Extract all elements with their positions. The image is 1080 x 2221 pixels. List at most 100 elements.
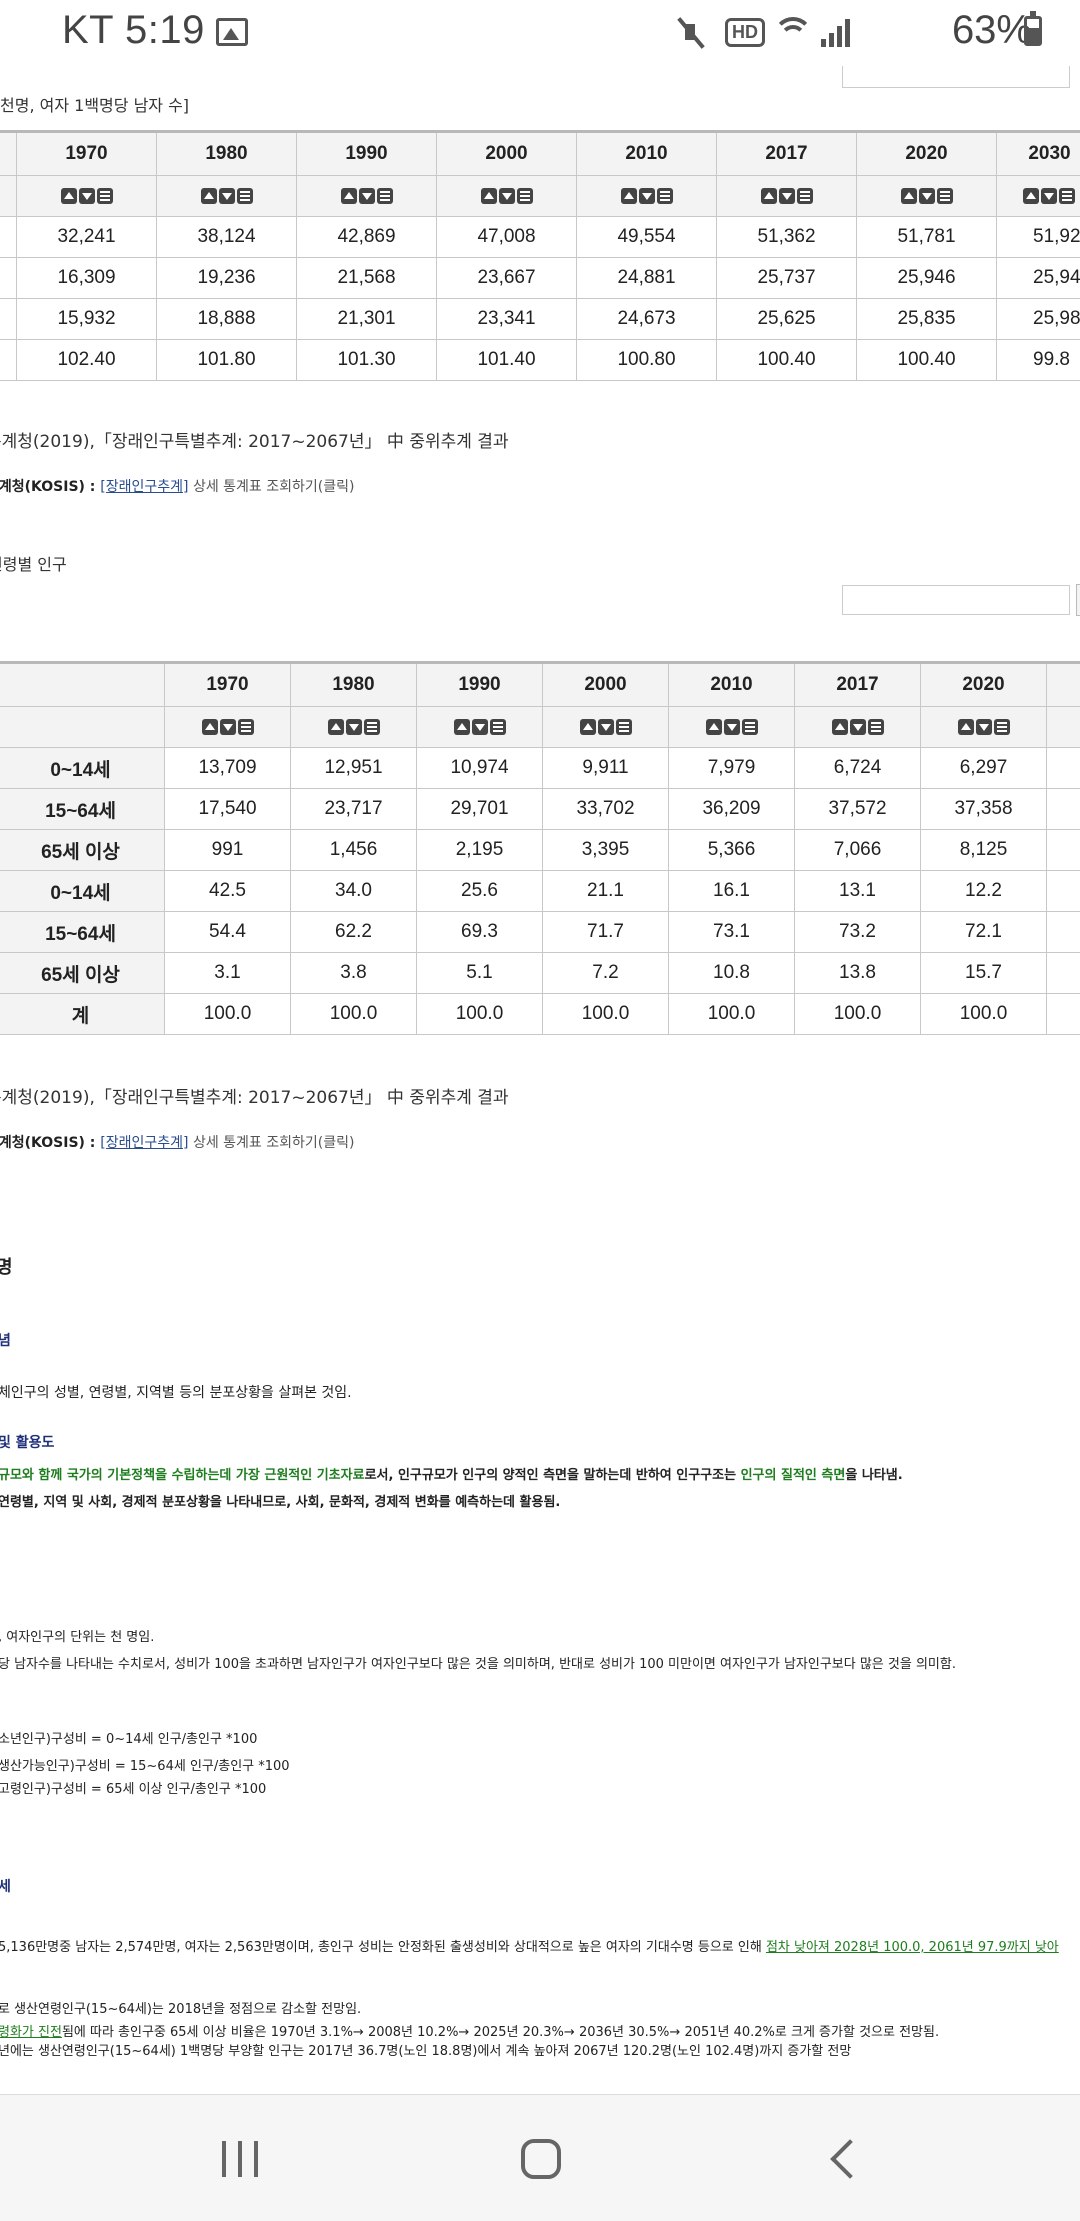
column-menu-icon[interactable] <box>364 719 380 735</box>
sort-descending-icon[interactable] <box>598 719 614 735</box>
sort-ascending-icon[interactable] <box>621 188 637 204</box>
sort-descending-icon[interactable] <box>919 188 935 204</box>
col-header: 1980 <box>291 663 417 707</box>
home-button[interactable] <box>521 2139 561 2179</box>
kosis-link-line: 통계청(KOSIS) : [장래인구추계] 상세 통계표 조회하기(클릭) <box>0 476 354 496</box>
column-menu-icon[interactable] <box>517 188 533 204</box>
sort-descending-icon[interactable] <box>499 188 515 204</box>
column-menu-icon[interactable] <box>797 188 813 204</box>
table-cell: 13.8 <box>795 953 921 994</box>
table-cell: 73.2 <box>795 912 921 953</box>
kosis-prefix: 통계청(KOSIS) : <box>0 1135 100 1151</box>
sort-descending-icon[interactable] <box>219 188 235 204</box>
table-row: 15~64세 17,540 23,717 29,701 33,702 36,20… <box>0 789 1080 830</box>
sort-descending-icon[interactable] <box>359 188 375 204</box>
source-note: 통계청(2019),「장래인구특별추계: 2017~2067년」 中 중위추계 … <box>0 427 509 452</box>
sort-ascending-icon[interactable] <box>580 719 596 735</box>
table-cell: 6,297 <box>921 748 1047 789</box>
subheading-concept: 념 <box>0 1330 11 1350</box>
sort-ascending-icon[interactable] <box>201 188 217 204</box>
back-button[interactable] <box>830 2139 870 2179</box>
table-cell: 69.3 <box>417 912 543 953</box>
sort-descending-icon[interactable] <box>1041 188 1057 204</box>
column-menu-icon[interactable] <box>237 188 253 204</box>
table-cell: 25,949 <box>997 258 1080 299</box>
sort-descending-icon[interactable] <box>779 188 795 204</box>
table2-search-button[interactable] <box>1076 584 1080 616</box>
table-cell: 37,358 <box>921 789 1047 830</box>
formula-elderly: 고령인구)구성비 = 65세 이상 인구/총인구 *100 <box>0 1778 266 1797</box>
table-cell: 101.40 <box>437 340 577 381</box>
table-cell: 5.1 <box>417 953 543 994</box>
sort-descending-icon[interactable] <box>724 719 740 735</box>
table-cell: 25,737 <box>717 258 857 299</box>
table-cell: 72.1 <box>921 912 1047 953</box>
trend-text-2: 로 생산연령인구(15~64세)는 2018년을 정점으로 감소할 전망임. <box>0 1998 361 2017</box>
sort-descending-icon[interactable] <box>79 188 95 204</box>
table2-search-input[interactable] <box>842 585 1070 615</box>
table-cell: 100.0 <box>165 994 291 1035</box>
kosis-link[interactable]: [장래인구추계] <box>100 479 188 495</box>
sort-ascending-icon[interactable] <box>958 719 974 735</box>
col-header: 2020 <box>857 132 997 176</box>
sort-ascending-icon[interactable] <box>832 719 848 735</box>
sort-ascending-icon[interactable] <box>706 719 722 735</box>
sort-ascending-icon[interactable] <box>1023 188 1039 204</box>
sort-ascending-icon[interactable] <box>481 188 497 204</box>
table-cell: 37,572 <box>795 789 921 830</box>
subheading-trend: 세 <box>0 1876 11 1896</box>
table-cell: 3,395 <box>543 830 669 871</box>
table-cell: 23,717 <box>291 789 417 830</box>
table-cell: 51,781 <box>857 217 997 258</box>
table-cell: 25,835 <box>857 299 997 340</box>
system-nav-bar <box>0 2094 1080 2221</box>
trend-text-3: 령화가 진전됨에 따라 총인구중 65세 이상 비율은 1970년 3.1%→ … <box>0 2021 939 2040</box>
column-menu-icon[interactable] <box>377 188 393 204</box>
column-menu-icon[interactable] <box>97 188 113 204</box>
sort-ascending-icon[interactable] <box>341 188 357 204</box>
table1-search-input[interactable] <box>842 66 1070 88</box>
sort-descending-icon[interactable] <box>850 719 866 735</box>
sort-descending-icon[interactable] <box>639 188 655 204</box>
column-menu-icon[interactable] <box>616 719 632 735</box>
sort-ascending-icon[interactable] <box>901 188 917 204</box>
column-menu-icon[interactable] <box>238 719 254 735</box>
formula-working: 생산가능인구)구성비 = 15~64세 인구/총인구 *100 <box>0 1755 290 1774</box>
table-cell: 100.0 <box>669 994 795 1035</box>
recent-apps-button[interactable] <box>222 2141 258 2177</box>
column-menu-icon[interactable] <box>937 188 953 204</box>
table-row: 15~64세 54.4 62.2 69.3 71.7 73.1 73.2 72.… <box>0 912 1080 953</box>
table-cell: 100.0 <box>795 994 921 1035</box>
table-cell: 25,985 <box>997 299 1080 340</box>
trend-text-1: 5,136만명중 남자는 2,574만명, 여자는 2,563만명이며, 총인구… <box>0 1936 1059 1955</box>
carrier-label: KT <box>62 8 113 52</box>
sort-ascending-icon[interactable] <box>202 719 218 735</box>
table-row: 0~14세 42.5 34.0 25.6 21.1 16.1 13.1 12.2 <box>0 871 1080 912</box>
column-menu-icon[interactable] <box>868 719 884 735</box>
table-cell: 21,301 <box>297 299 437 340</box>
aging-link[interactable]: 령화가 진전 <box>0 2025 62 2040</box>
sort-ascending-icon[interactable] <box>328 719 344 735</box>
column-menu-icon[interactable] <box>490 719 506 735</box>
table-cell: 19,236 <box>157 258 297 299</box>
kosis-link[interactable]: [장래인구추계] <box>100 1135 188 1151</box>
sort-ascending-icon[interactable] <box>761 188 777 204</box>
table-cell: 51,362 <box>717 217 857 258</box>
battery-icon <box>1024 16 1042 46</box>
note-sex-ratio: 당 남자수를 나타내는 수치로서, 성비가 100을 초과하면 남자인구가 여자… <box>0 1653 956 1672</box>
trend-link[interactable]: 점차 낮아져 2028년 100.0, 2061년 97.9까지 낮아 <box>766 1940 1059 1955</box>
sort-descending-icon[interactable] <box>220 719 236 735</box>
sort-descending-icon[interactable] <box>472 719 488 735</box>
column-menu-icon[interactable] <box>994 719 1010 735</box>
column-menu-icon[interactable] <box>742 719 758 735</box>
sort-ascending-icon[interactable] <box>454 719 470 735</box>
sort-controls-row <box>0 176 1080 217</box>
sort-descending-icon[interactable] <box>346 719 362 735</box>
trend-text-4: 년에는 생산연령인구(15~64세) 1백명당 부양할 인구는 2017년 36… <box>0 2040 851 2059</box>
column-menu-icon[interactable] <box>1059 188 1075 204</box>
concept-text: 체인구의 성별, 연령별, 지역별 등의 분포상황을 살펴본 것임. <box>0 1382 352 1402</box>
sort-descending-icon[interactable] <box>976 719 992 735</box>
column-menu-icon[interactable] <box>657 188 673 204</box>
col-header: 2030 <box>997 132 1080 176</box>
sort-ascending-icon[interactable] <box>61 188 77 204</box>
